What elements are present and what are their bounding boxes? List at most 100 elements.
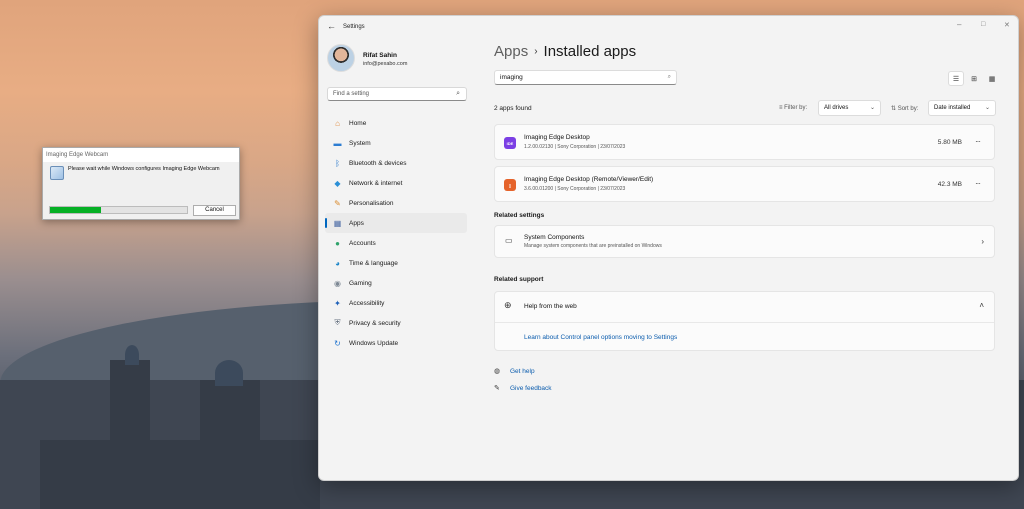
sidebar-nav: ⌂ Home ▬ System ᛒ Bluetooth & devices ◆ Network…	[325, 113, 467, 353]
time-language-icon: ◕	[335, 258, 340, 268]
settings-window: ← Settings – □ ✕ Rifat Sahin info@pexabo…	[318, 15, 1019, 481]
app-size: 42.3 MB	[937, 181, 962, 188]
sidebar-item-personalisation[interactable]: ✎ Personalisation	[325, 193, 467, 213]
sidebar-item-label: Bluetooth & devices	[349, 159, 407, 167]
dialog-title: Imaging Edge Webcam	[43, 148, 239, 162]
more-options-icon[interactable]: ···	[975, 179, 981, 188]
sidebar-item-privacy-security[interactable]: ⛨ Privacy & security	[325, 313, 467, 333]
related-settings-title: Related settings	[494, 212, 545, 219]
network-internet-icon: ◆	[334, 178, 341, 188]
view-toggle: ☰ ⊞ ▦	[948, 71, 1000, 86]
sidebar-item-label: Apps	[349, 219, 364, 227]
app-search-value: imaging	[500, 74, 523, 81]
give-feedback-link[interactable]: ✎ Give feedback	[494, 384, 552, 393]
breadcrumb-apps[interactable]: Apps	[494, 43, 528, 60]
cancel-button[interactable]: Cancel	[193, 205, 236, 216]
app-icon: IDE	[504, 137, 516, 149]
desktop-dome	[125, 345, 139, 365]
progress-bar	[49, 206, 188, 214]
system-components-title: System Components	[524, 234, 585, 241]
sidebar-item-system[interactable]: ▬ System	[325, 133, 467, 153]
app-meta: 1.2.00.02130 | Sony Corporation | 23/07/…	[524, 144, 626, 150]
chevron-up-icon: ˄	[979, 301, 984, 310]
close-icon[interactable]: ✕	[1004, 21, 1010, 29]
sort-value: Date installed	[934, 105, 971, 111]
windows-update-icon: ↻	[334, 338, 341, 348]
control-panel-link[interactable]: Learn about Control panel options moving…	[524, 334, 677, 341]
sidebar-item-label: Time & language	[349, 259, 398, 267]
app-search-input[interactable]: imaging ⌕	[494, 70, 677, 85]
sidebar-item-windows-update[interactable]: ↻ Windows Update	[325, 333, 467, 353]
sidebar-item-label: Home	[349, 119, 367, 127]
accounts-icon: ●	[335, 238, 340, 248]
app-icon: ▯	[504, 179, 516, 191]
desktop-tower	[40, 440, 320, 509]
grid-view-icon[interactable]: ⊞	[966, 71, 982, 86]
search-icon: ⌕	[456, 90, 460, 97]
help-from-web-panel: ⊕ Help from the web ˄ Learn about Contro…	[494, 291, 995, 351]
sidebar-item-label: Privacy & security	[349, 319, 401, 327]
sidebar-item-accessibility[interactable]: ✦ Accessibility	[325, 293, 467, 313]
avatar	[327, 44, 355, 72]
help-from-web-label: Help from the web	[524, 303, 577, 310]
sort-dropdown[interactable]: Date installed ⌄	[928, 100, 996, 116]
system-components-subtitle: Manage system components that are preins…	[524, 243, 662, 249]
app-list-item[interactable]: IDE Imaging Edge Desktop 1.2.00.02130 | So…	[494, 124, 995, 160]
accessibility-icon: ✦	[334, 298, 341, 308]
chevron-right-icon: ›	[981, 237, 984, 246]
help-from-web-header[interactable]: ⊕ Help from the web ˄	[495, 292, 994, 323]
globe-icon: ⊕	[504, 300, 512, 310]
sidebar-item-label: Personalisation	[349, 199, 394, 207]
window-title: Settings	[343, 24, 365, 30]
app-name: Imaging Edge Desktop (Remote/Viewer/Edit…	[524, 176, 654, 183]
sidebar-item-label: Windows Update	[349, 339, 399, 347]
chevron-down-icon: ⌄	[984, 105, 990, 111]
app-list-item[interactable]: ▯ Imaging Edge Desktop (Remote/Viewer/Edi…	[494, 166, 995, 202]
sidebar-item-apps[interactable]: ▦ Apps	[325, 213, 467, 233]
back-arrow-icon[interactable]: ←	[327, 21, 336, 31]
system-icon: ▬	[333, 138, 342, 148]
sidebar-item-label: System	[349, 139, 371, 147]
sort-label: ⇅ Sort by:	[891, 106, 919, 112]
list-view-icon[interactable]: ☰	[948, 71, 964, 86]
help-chat-icon: ◍	[494, 368, 501, 375]
maximize-icon[interactable]: □	[981, 21, 985, 28]
title-bar: ← Settings – □ ✕	[319, 16, 1018, 40]
give-feedback-label: Give feedback	[510, 384, 552, 392]
more-options-icon[interactable]: ···	[975, 137, 981, 146]
related-support-title: Related support	[494, 276, 544, 283]
sidebar-item-label: Network & internet	[349, 179, 403, 187]
sidebar-item-bluetooth-devices[interactable]: ᛒ Bluetooth & devices	[325, 153, 467, 173]
sidebar-item-label: Gaming	[349, 279, 372, 287]
system-components-row[interactable]: ▭ System Components Manage system compon…	[494, 225, 995, 258]
get-help-link[interactable]: ◍ Get help	[494, 367, 535, 376]
chevron-down-icon: ⌄	[869, 105, 875, 111]
privacy-security-icon: ⛨	[334, 318, 341, 327]
sidebar-item-gaming[interactable]: ◉ Gaming	[325, 273, 467, 293]
filter-label: ≡ Filter by:	[779, 105, 808, 111]
desktop-dome	[215, 360, 243, 386]
settings-search-input[interactable]: Find a setting ⌕	[327, 87, 467, 101]
tile-view-icon[interactable]: ▦	[984, 71, 1000, 86]
sidebar-item-home[interactable]: ⌂ Home	[325, 113, 467, 133]
search-icon: ⌕	[667, 74, 671, 80]
install-progress-dialog: Imaging Edge Webcam Please wait while Wi…	[42, 147, 240, 220]
sidebar-item-time-language[interactable]: ◕ Time & language	[325, 253, 467, 273]
filter-value: All drives	[824, 105, 849, 111]
sidebar-item-label: Accessibility	[349, 299, 385, 307]
breadcrumb: Apps › Installed apps	[494, 43, 636, 60]
sidebar-item-network-internet[interactable]: ◆ Network & internet	[325, 173, 467, 193]
app-name: Imaging Edge Desktop	[524, 134, 590, 141]
app-size: 5.80 MB	[937, 139, 962, 146]
filter-dropdown[interactable]: All drives ⌄	[818, 100, 881, 116]
installer-icon	[50, 166, 64, 180]
sidebar-item-accounts[interactable]: ● Accounts	[325, 233, 467, 253]
gaming-icon: ◉	[334, 278, 341, 288]
dialog-message-row: Please wait while Windows configures Ima…	[50, 166, 220, 180]
dialog-message: Please wait while Windows configures Ima…	[68, 166, 220, 172]
bluetooth-devices-icon: ᛒ	[335, 158, 340, 168]
app-meta: 3.6.00.01200 | Sony Corporation | 23/07/…	[524, 186, 626, 192]
minimize-icon[interactable]: –	[957, 20, 961, 29]
user-name: Rifat Sahin	[363, 52, 397, 59]
apps-icon: ▦	[333, 218, 342, 228]
